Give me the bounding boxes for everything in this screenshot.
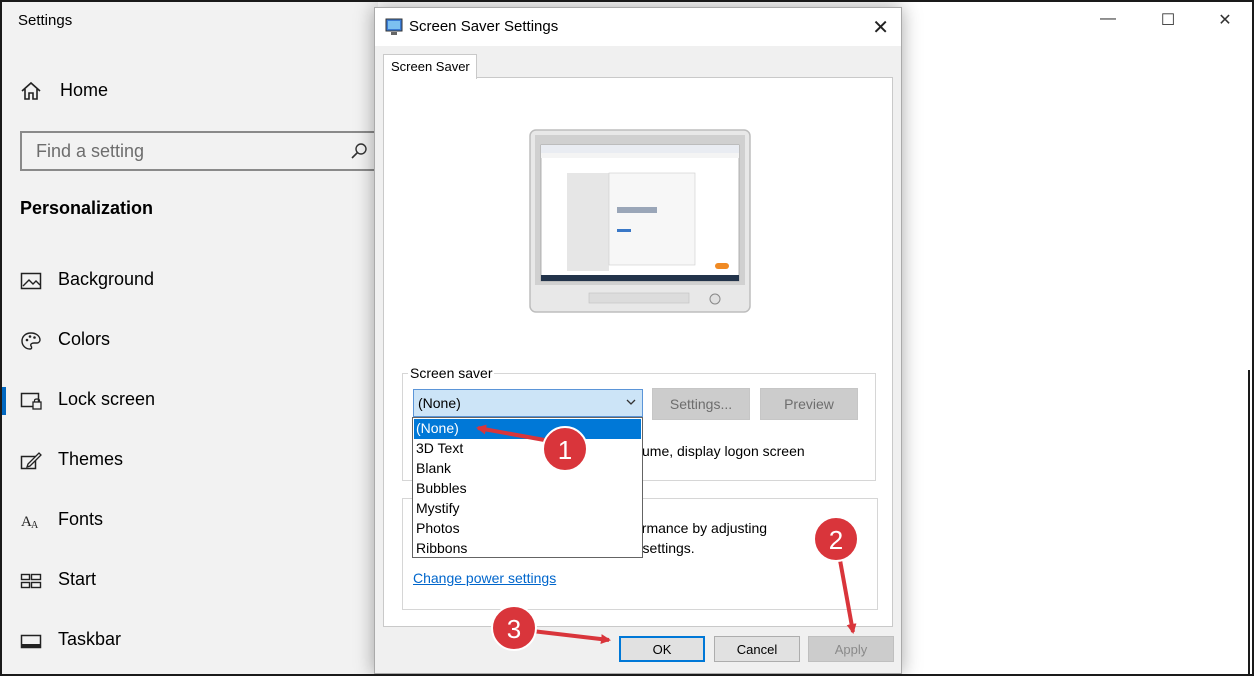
sidebar-item-background[interactable]: Background bbox=[2, 261, 378, 301]
lock-screen-icon bbox=[20, 392, 42, 410]
search-icon[interactable] bbox=[350, 142, 368, 160]
screen-saver-dialog: Screen Saver Settings ✕ Screen Saver Scr… bbox=[374, 7, 902, 674]
power-text-line1: ormance by adjusting bbox=[634, 520, 768, 536]
monitor-icon bbox=[385, 18, 403, 35]
search-placeholder: Find a setting bbox=[36, 140, 145, 161]
close-icon[interactable]: ✕ bbox=[872, 15, 889, 40]
section-title: Personalization bbox=[20, 198, 154, 218]
apply-button[interactable]: Apply bbox=[808, 636, 894, 662]
sidebar-item-start[interactable]: Start bbox=[2, 561, 378, 601]
palette-icon bbox=[21, 332, 41, 350]
sidebar-item-label: Colors bbox=[58, 329, 111, 349]
settings-sidebar: Settings Home Find a setting Personaliza… bbox=[2, 2, 378, 674]
dropdown-option-3d-text[interactable]: 3D Text bbox=[414, 439, 641, 459]
dropdown-option-mystify[interactable]: Mystify bbox=[414, 499, 641, 519]
taskbar-icon bbox=[20, 634, 42, 649]
dropdown-option-ribbons[interactable]: Ribbons bbox=[414, 539, 641, 559]
resume-text: ume, display logon screen bbox=[642, 443, 805, 459]
change-power-settings-link[interactable]: Change power settings bbox=[413, 570, 556, 586]
close-icon[interactable]: ✕ bbox=[1213, 10, 1237, 30]
image-icon bbox=[20, 272, 42, 290]
sidebar-item-label: Fonts bbox=[58, 509, 104, 529]
chevron-down-icon bbox=[626, 399, 636, 405]
window-title: Settings bbox=[18, 12, 73, 29]
dialog-titlebar: Screen Saver Settings ✕ bbox=[375, 8, 901, 46]
sidebar-item-label: Start bbox=[58, 569, 97, 589]
sidebar-item-label: Taskbar bbox=[58, 629, 122, 649]
start-icon bbox=[20, 573, 42, 589]
dropdown-option-photos[interactable]: Photos bbox=[414, 519, 641, 539]
sidebar-item-label: Themes bbox=[58, 449, 124, 469]
power-text-line2: r settings. bbox=[634, 540, 695, 556]
selected-value: (None) bbox=[418, 395, 461, 411]
cancel-button[interactable]: Cancel bbox=[714, 636, 800, 662]
home-label: Home bbox=[60, 80, 109, 100]
sidebar-item-label: Lock screen bbox=[58, 389, 156, 409]
dialog-title: Screen Saver Settings bbox=[409, 18, 559, 35]
monitor-preview bbox=[529, 129, 751, 313]
ok-button[interactable]: OK bbox=[619, 636, 705, 662]
dropdown-option-blank[interactable]: Blank bbox=[414, 459, 641, 479]
search-input[interactable]: Find a setting bbox=[20, 131, 378, 171]
sidebar-item-fonts[interactable]: A A Fonts bbox=[2, 501, 378, 541]
home-icon bbox=[21, 81, 41, 100]
minimize-icon[interactable]: — bbox=[1096, 10, 1120, 28]
svg-text:A: A bbox=[31, 520, 39, 531]
sidebar-item-colors[interactable]: Colors bbox=[2, 321, 378, 361]
settings-button[interactable]: Settings... bbox=[652, 388, 750, 420]
themes-icon bbox=[20, 452, 42, 470]
sidebar-item-themes[interactable]: Themes bbox=[2, 441, 378, 481]
screen-saver-select[interactable]: (None) bbox=[413, 389, 643, 417]
preview-button[interactable]: Preview bbox=[760, 388, 858, 420]
dropdown-option-bubbles[interactable]: Bubbles bbox=[414, 479, 641, 499]
dropdown-option-none[interactable]: (None) bbox=[414, 419, 641, 439]
screen-saver-dropdown-list: (None) 3D Text Blank Bubbles Mystify Pho… bbox=[412, 417, 643, 558]
fonts-icon: A A bbox=[21, 514, 39, 531]
screen-saver-group-label: Screen saver bbox=[408, 365, 495, 381]
window-edge bbox=[1248, 370, 1250, 674]
maximize-icon[interactable]: ☐ bbox=[1156, 10, 1180, 30]
sidebar-item-label: Background bbox=[58, 269, 155, 289]
home-nav-item[interactable]: Home bbox=[20, 80, 108, 101]
tab-screen-saver[interactable]: Screen Saver bbox=[383, 54, 477, 79]
sidebar-item-taskbar[interactable]: Taskbar bbox=[2, 621, 378, 661]
sidebar-item-lock-screen[interactable]: Lock screen bbox=[2, 381, 378, 421]
